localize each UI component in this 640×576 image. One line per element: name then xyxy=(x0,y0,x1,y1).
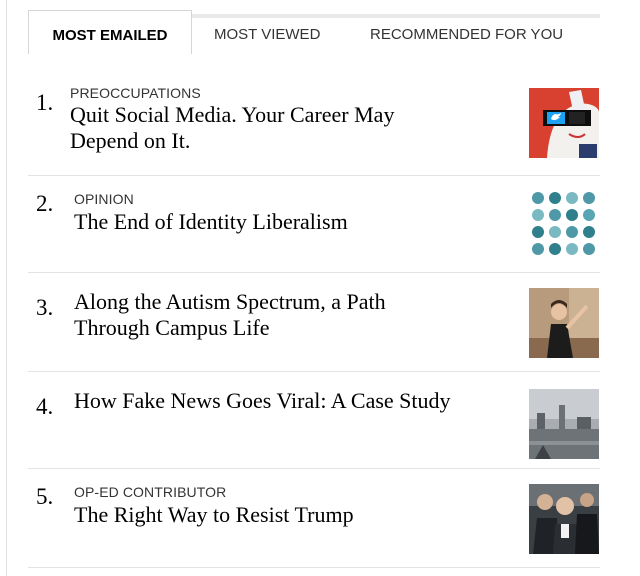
twitter-mask-illustration[interactable] xyxy=(529,88,599,158)
headline-line: How Fake News Goes Viral: A Case Study xyxy=(74,388,451,413)
article-list: 1. PREOCCUPATIONS Quit Social Media. You… xyxy=(28,68,600,568)
list-item[interactable]: 3. Along the Autism Spectrum, a Path Thr… xyxy=(28,273,600,372)
headline-line: Through Campus Life xyxy=(74,315,270,340)
headline-line: Depend on It. xyxy=(70,128,191,153)
kicker[interactable]: PREOCCUPATIONS xyxy=(70,85,201,101)
city-street-photo[interactable] xyxy=(529,389,599,459)
list-item[interactable]: 4. How Fake News Goes Viral: A Case Stud… xyxy=(28,372,600,469)
headline-link[interactable]: How Fake News Goes Viral: A Case Study xyxy=(74,388,451,414)
tab-most-viewed[interactable]: MOST VIEWED xyxy=(214,14,320,52)
heads-grid-illustration[interactable] xyxy=(529,189,599,259)
tab-recommended[interactable]: RECOMMENDED FOR YOU xyxy=(370,14,563,52)
list-item[interactable]: 5. OP-ED CONTRIBUTOR The Right Way to Re… xyxy=(28,469,600,568)
kicker[interactable]: OPINION xyxy=(74,191,134,207)
rank-number: 5. xyxy=(36,484,54,509)
tab-most-emailed[interactable]: MOST EMAILED xyxy=(28,10,192,54)
headline-line: The End of Identity Liberalism xyxy=(74,209,348,234)
headline-line: Quit Social Media. Your Career May xyxy=(70,102,395,127)
headline-link[interactable]: The Right Way to Resist Trump xyxy=(74,502,354,528)
headline-line: Along the Autism Spectrum, a Path xyxy=(74,289,386,314)
tab-bar: MOST EMAILED MOST VIEWED RECOMMENDED FOR… xyxy=(28,10,600,54)
list-item[interactable]: 2. OPINION The End of Identity Liberalis… xyxy=(28,176,600,273)
headline-link[interactable]: The End of Identity Liberalism xyxy=(74,209,348,235)
headline-line: The Right Way to Resist Trump xyxy=(74,502,354,527)
headline-link[interactable]: Quit Social Media. Your Career May Depen… xyxy=(70,102,394,154)
crowd-photo[interactable] xyxy=(529,484,599,554)
rank-number: 4. xyxy=(36,394,54,419)
list-item[interactable]: 1. PREOCCUPATIONS Quit Social Media. You… xyxy=(28,68,600,176)
kicker[interactable]: OP-ED CONTRIBUTOR xyxy=(74,484,226,500)
rank-number: 2. xyxy=(36,191,54,216)
headline-link[interactable]: Along the Autism Spectrum, a Path Throug… xyxy=(74,289,386,341)
rank-number: 1. xyxy=(36,90,54,115)
left-border xyxy=(6,0,7,576)
student-photo[interactable] xyxy=(529,288,599,358)
rank-number: 3. xyxy=(36,295,54,320)
